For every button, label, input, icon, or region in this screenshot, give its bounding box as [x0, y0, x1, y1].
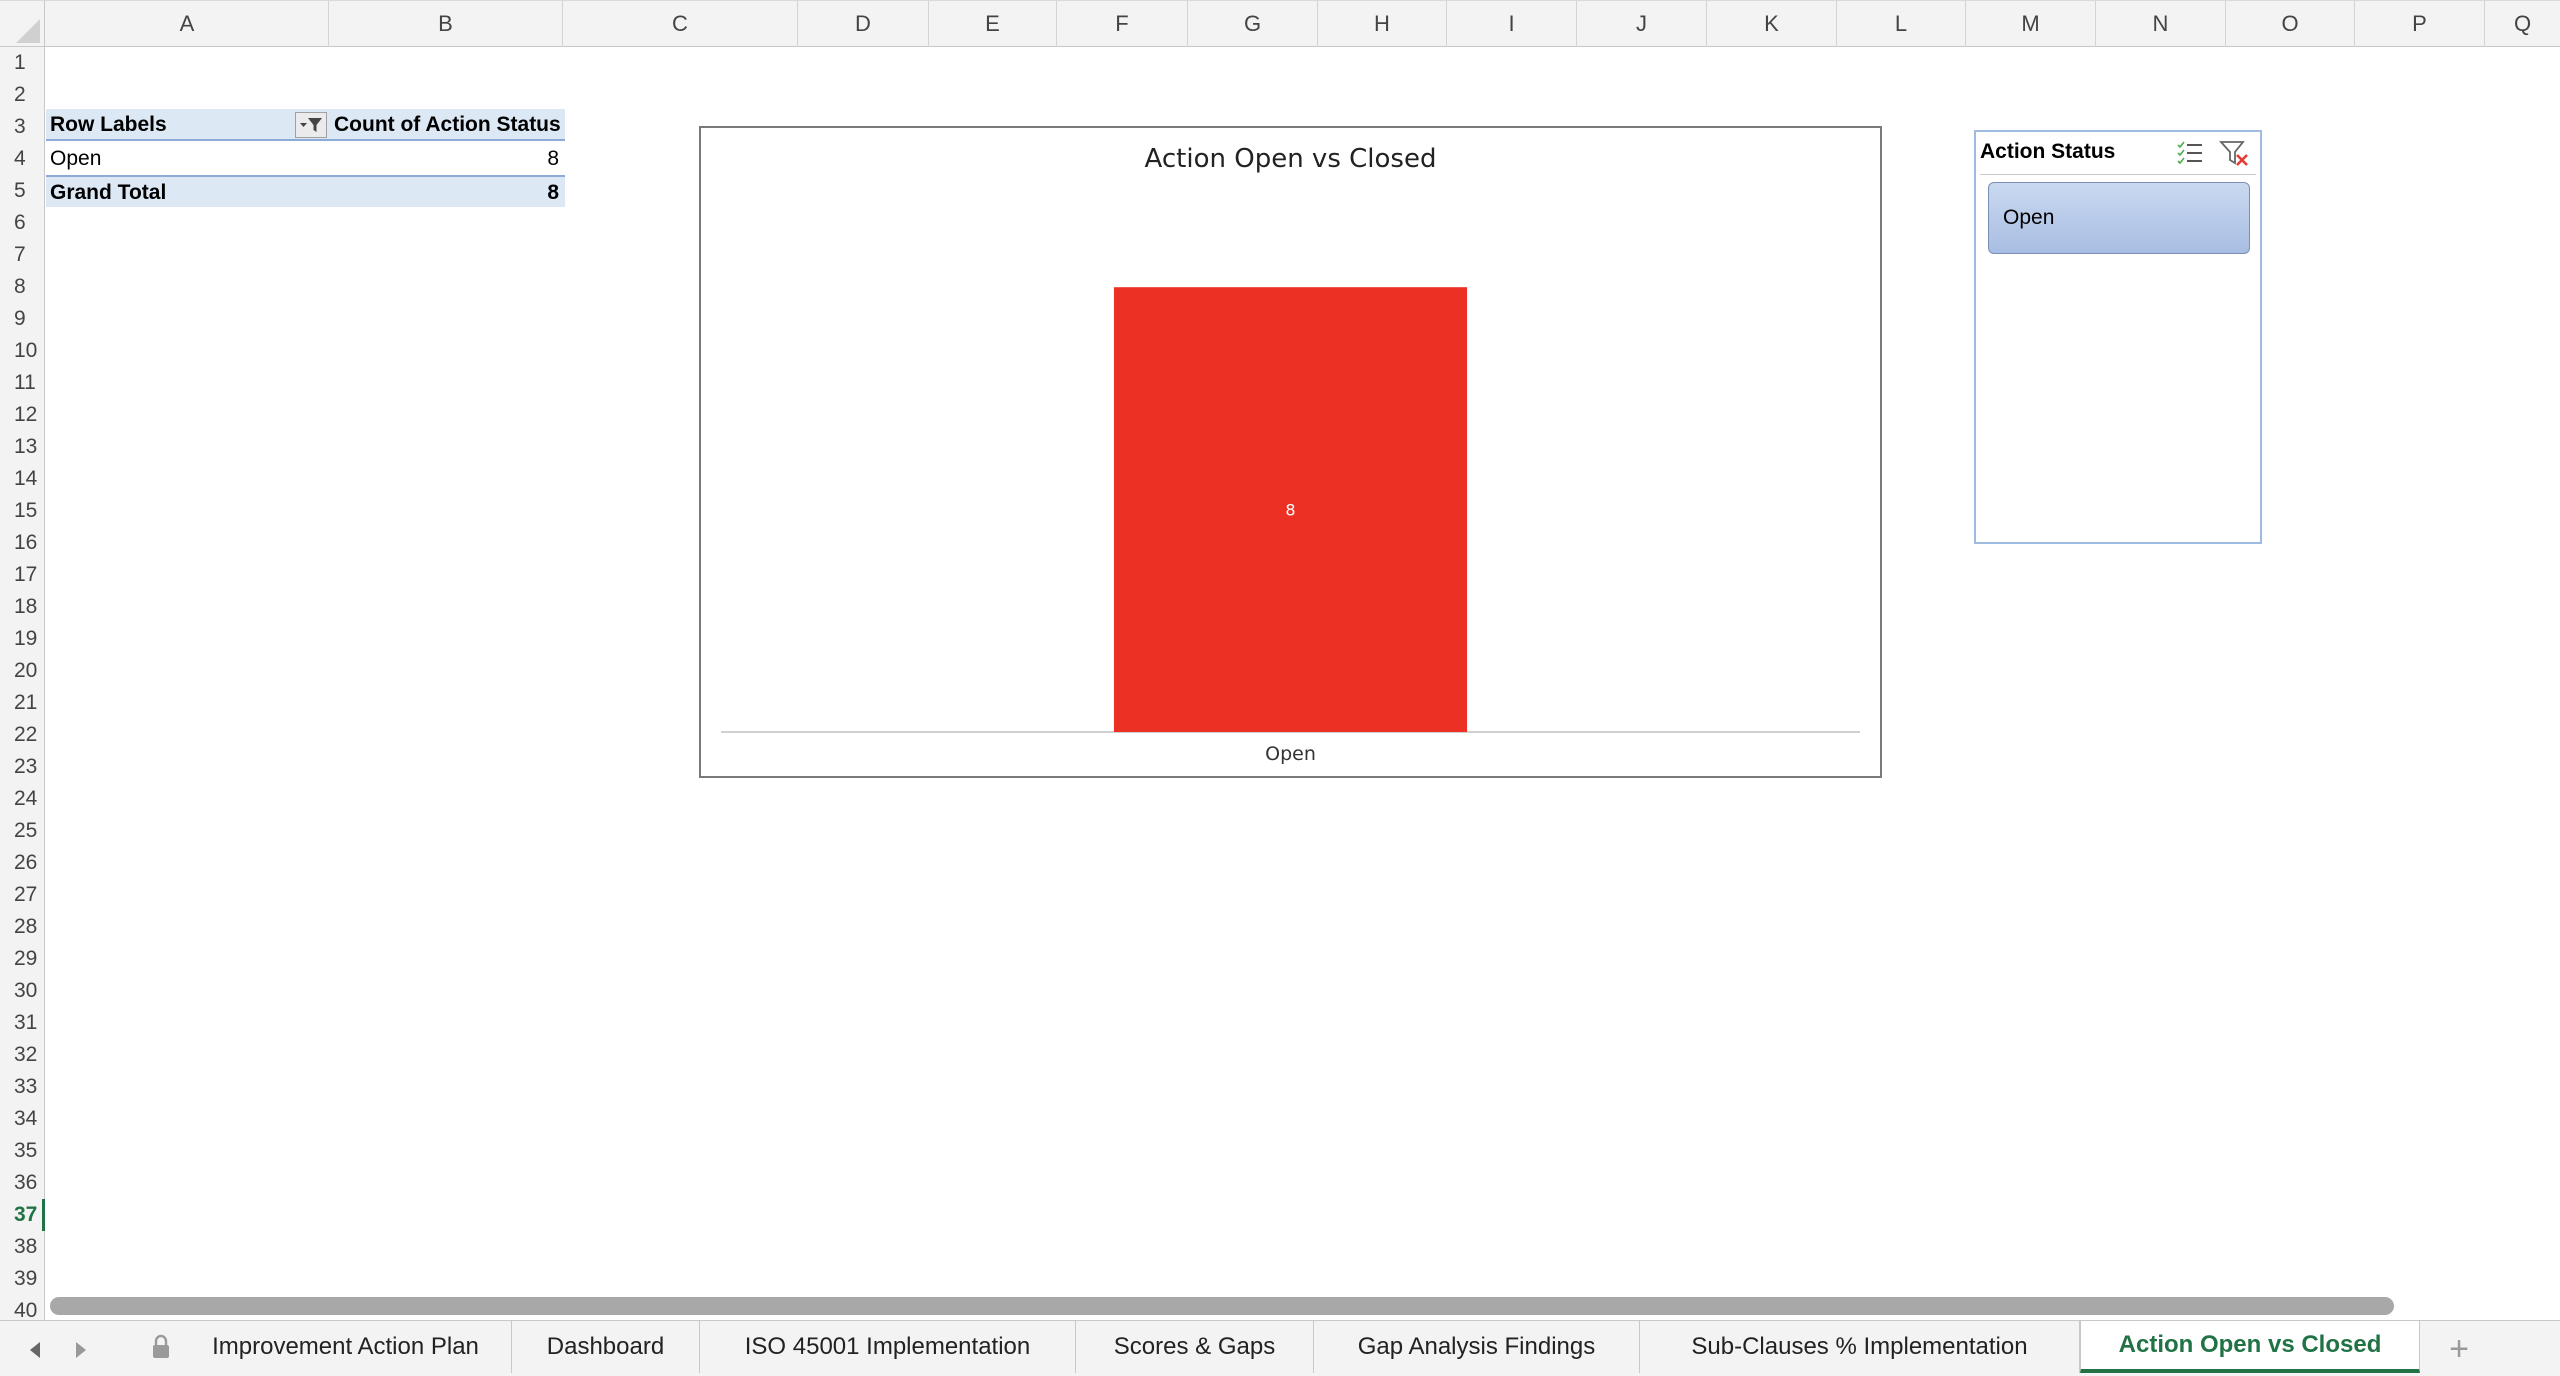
- pivot-data-row[interactable]: Open 8: [46, 143, 565, 175]
- clear-filter-icon[interactable]: [2218, 138, 2250, 168]
- slicer-title: Action Status: [1980, 140, 2116, 163]
- sheet-tab-improvement-action-plan[interactable]: Improvement Action Plan: [120, 1321, 512, 1373]
- row-header-37[interactable]: 37: [0, 1199, 45, 1231]
- sheet-tab-scores-gaps[interactable]: Scores & Gaps: [1076, 1321, 1314, 1373]
- row-header-2[interactable]: 2: [0, 79, 45, 111]
- row-header-9[interactable]: 9: [0, 303, 45, 335]
- row-header-33[interactable]: 33: [0, 1071, 45, 1103]
- select-all-corner[interactable]: [0, 1, 45, 47]
- row-header-23[interactable]: 23: [0, 751, 45, 783]
- column-header-J[interactable]: J: [1577, 1, 1707, 47]
- row-header-16[interactable]: 16: [0, 527, 45, 559]
- column-header-H[interactable]: H: [1318, 1, 1447, 47]
- chart-category-label: Open: [1265, 743, 1316, 765]
- add-sheet-button[interactable]: +: [2434, 1329, 2484, 1369]
- column-header-A[interactable]: A: [46, 1, 329, 47]
- column-header-C[interactable]: C: [563, 1, 798, 47]
- filter-dropdown-icon: [300, 118, 322, 132]
- row-header-11[interactable]: 11: [0, 367, 45, 399]
- slicer-item-open[interactable]: Open: [1988, 182, 2250, 254]
- column-header-I[interactable]: I: [1447, 1, 1577, 47]
- pivot-count-header[interactable]: Count of Action Status: [334, 109, 561, 141]
- sheet-tab-iso-45001-implementation[interactable]: ISO 45001 Implementation: [700, 1321, 1076, 1373]
- pivot-row-label[interactable]: Open: [50, 143, 101, 175]
- column-header-M[interactable]: M: [1966, 1, 2096, 47]
- row-header-30[interactable]: 30: [0, 975, 45, 1007]
- row-header-38[interactable]: 38: [0, 1231, 45, 1263]
- row-header-22[interactable]: 22: [0, 719, 45, 751]
- row-header-21[interactable]: 21: [0, 687, 45, 719]
- row-header-34[interactable]: 34: [0, 1103, 45, 1135]
- column-header-D[interactable]: D: [798, 1, 929, 47]
- sheet-tab-sub-clauses-implementation[interactable]: Sub-Clauses % Implementation: [1640, 1321, 2080, 1373]
- horizontal-scrollbar[interactable]: [50, 1297, 2394, 1315]
- pivot-row-value[interactable]: 8: [547, 143, 559, 175]
- action-status-slicer[interactable]: Action Status Open: [1974, 130, 2262, 544]
- row-header-6[interactable]: 6: [0, 207, 45, 239]
- row-header-29[interactable]: 29: [0, 943, 45, 975]
- row-header-32[interactable]: 32: [0, 1039, 45, 1071]
- column-header-F[interactable]: F: [1057, 1, 1188, 47]
- pivot-total-value[interactable]: 8: [547, 177, 559, 209]
- row-header-25[interactable]: 25: [0, 815, 45, 847]
- row-header-14[interactable]: 14: [0, 463, 45, 495]
- row-header-26[interactable]: 26: [0, 847, 45, 879]
- row-header-4[interactable]: 4: [0, 143, 45, 175]
- multi-select-icon[interactable]: [2174, 138, 2206, 168]
- row-header-7[interactable]: 7: [0, 239, 45, 271]
- column-header-E[interactable]: E: [929, 1, 1057, 47]
- column-header-K[interactable]: K: [1707, 1, 1837, 47]
- row-header-17[interactable]: 17: [0, 559, 45, 591]
- row-header-39[interactable]: 39: [0, 1263, 45, 1295]
- column-header-O[interactable]: O: [2226, 1, 2355, 47]
- row-header-19[interactable]: 19: [0, 623, 45, 655]
- column-header-N[interactable]: N: [2096, 1, 2226, 47]
- row-header-36[interactable]: 36: [0, 1167, 45, 1199]
- row-header-5[interactable]: 5: [0, 175, 45, 207]
- row-header-31[interactable]: 31: [0, 1007, 45, 1039]
- row-header-bar: 1 2 3 4 5 6 7 8 9 10 11 12 13 14 15 16 17 18 19 20 21 22 23 24 2…: [0, 47, 45, 1322]
- column-header-L[interactable]: L: [1837, 1, 1966, 47]
- row-header-27[interactable]: 27: [0, 879, 45, 911]
- scroll-tabs-left-icon[interactable]: [20, 1335, 50, 1365]
- sheet-tab-bar: Improvement Action Plan Dashboard ISO 4500…: [0, 1320, 2560, 1376]
- pivot-filter-button[interactable]: [295, 112, 327, 138]
- column-header-Q[interactable]: Q: [2485, 1, 2560, 47]
- pivot-row-labels-header[interactable]: Row Labels: [50, 109, 167, 141]
- row-header-1[interactable]: 1: [0, 47, 45, 79]
- chart-data-label: 8: [1285, 501, 1295, 520]
- slicer-divider: [1980, 174, 2256, 175]
- pivot-header-row[interactable]: Row Labels Count of Action Status: [46, 109, 565, 141]
- pivot-chart[interactable]: Action Open vs Closed 8 Open: [699, 126, 1882, 778]
- pivot-total-label[interactable]: Grand Total: [50, 177, 166, 209]
- row-header-24[interactable]: 24: [0, 783, 45, 815]
- column-header-B[interactable]: B: [329, 1, 563, 47]
- row-header-12[interactable]: 12: [0, 399, 45, 431]
- row-header-35[interactable]: 35: [0, 1135, 45, 1167]
- sheet-tab-action-open-vs-closed[interactable]: Action Open vs Closed: [2080, 1321, 2420, 1373]
- row-header-3[interactable]: 3: [0, 111, 45, 143]
- row-header-10[interactable]: 10: [0, 335, 45, 367]
- row-header-8[interactable]: 8: [0, 271, 45, 303]
- sheet-tab-dashboard[interactable]: Dashboard: [512, 1321, 700, 1373]
- column-header-P[interactable]: P: [2355, 1, 2485, 47]
- row-header-13[interactable]: 13: [0, 431, 45, 463]
- row-header-20[interactable]: 20: [0, 655, 45, 687]
- scroll-tabs-right-icon[interactable]: [66, 1335, 96, 1365]
- row-header-18[interactable]: 18: [0, 591, 45, 623]
- sheet-tab-gap-analysis-findings[interactable]: Gap Analysis Findings: [1314, 1321, 1640, 1373]
- row-header-15[interactable]: 15: [0, 495, 45, 527]
- column-header-bar: ABCDEFGHIJKLMNOPQ: [0, 0, 2560, 47]
- row-header-28[interactable]: 28: [0, 911, 45, 943]
- pivot-grand-total-row[interactable]: Grand Total 8: [46, 175, 565, 207]
- column-header-G[interactable]: G: [1188, 1, 1318, 47]
- chart-plot-area[interactable]: 8 Open: [701, 128, 1880, 776]
